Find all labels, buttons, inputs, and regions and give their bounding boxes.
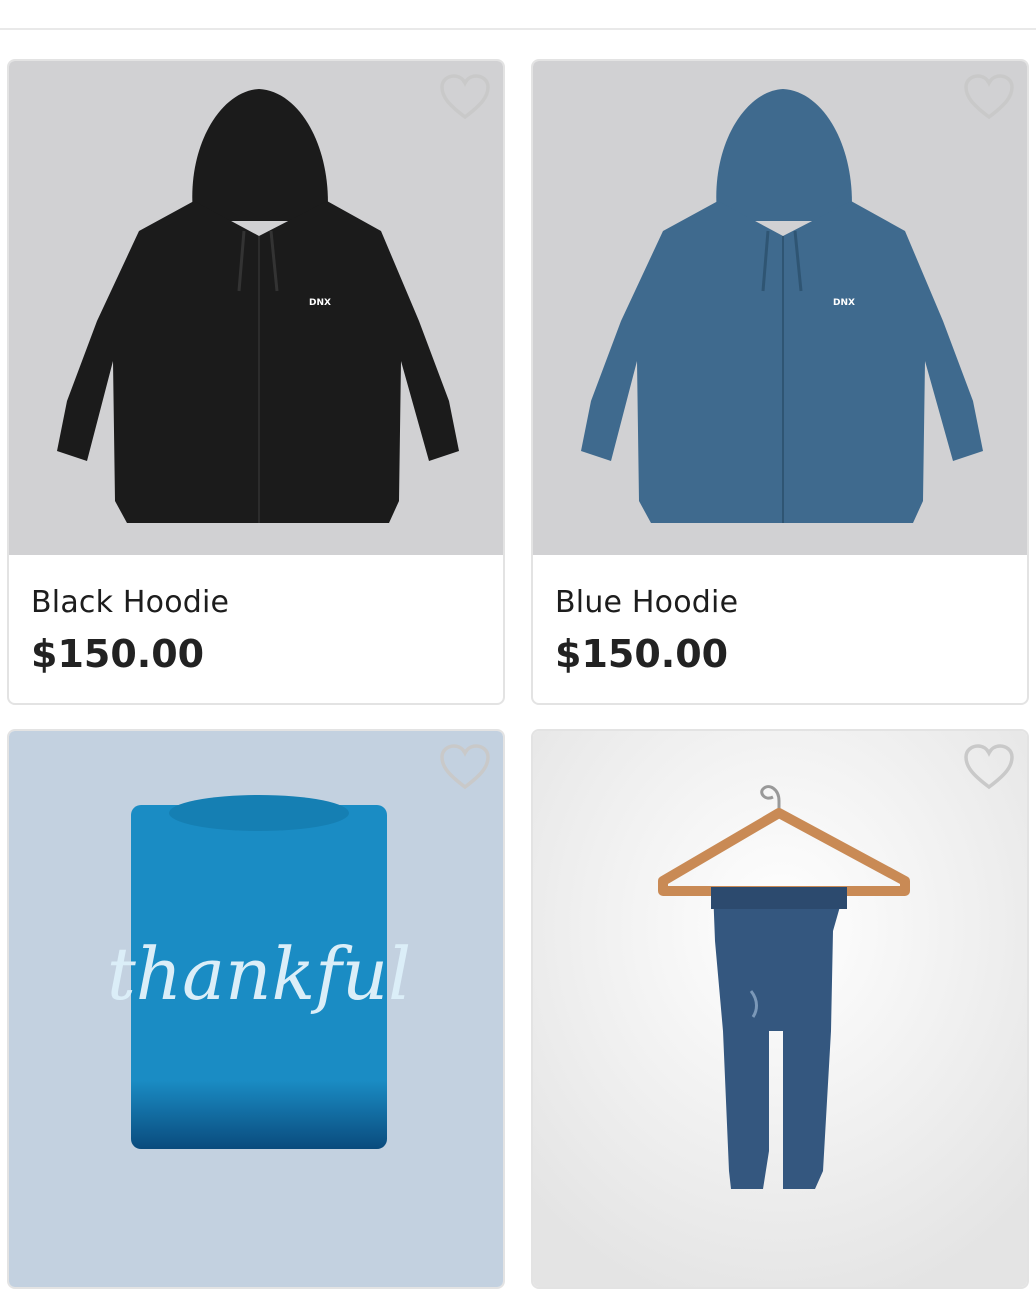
- product-image-black-hoodie[interactable]: DNX: [9, 61, 503, 555]
- product-name[interactable]: Black Hoodie: [31, 585, 229, 620]
- svg-text:DNX: DNX: [833, 298, 855, 308]
- top-bar: [0, 0, 1036, 30]
- heart-outline-icon[interactable]: [439, 743, 491, 791]
- product-card-jeans[interactable]: [531, 729, 1029, 1289]
- product-image-tshirt[interactable]: thankful: [9, 731, 503, 1287]
- product-card-blue-hoodie[interactable]: DNX Blue Hoodie $150.00: [531, 59, 1029, 705]
- product-price: $150.00: [31, 632, 205, 676]
- product-name[interactable]: Blue Hoodie: [555, 585, 738, 620]
- product-card-black-hoodie[interactable]: DNX Black Hoodie $150.00: [7, 59, 505, 705]
- product-card-tshirt[interactable]: thankful: [7, 729, 505, 1289]
- product-image-blue-hoodie[interactable]: DNX: [533, 61, 1027, 555]
- heart-outline-icon[interactable]: [963, 73, 1015, 121]
- heart-outline-icon[interactable]: [439, 73, 491, 121]
- heart-outline-icon[interactable]: [963, 743, 1015, 791]
- svg-text:DNX: DNX: [309, 298, 331, 308]
- product-image-jeans[interactable]: [533, 731, 1027, 1287]
- product-price: $150.00: [555, 632, 729, 676]
- tshirt-print-text: thankful: [107, 932, 411, 1016]
